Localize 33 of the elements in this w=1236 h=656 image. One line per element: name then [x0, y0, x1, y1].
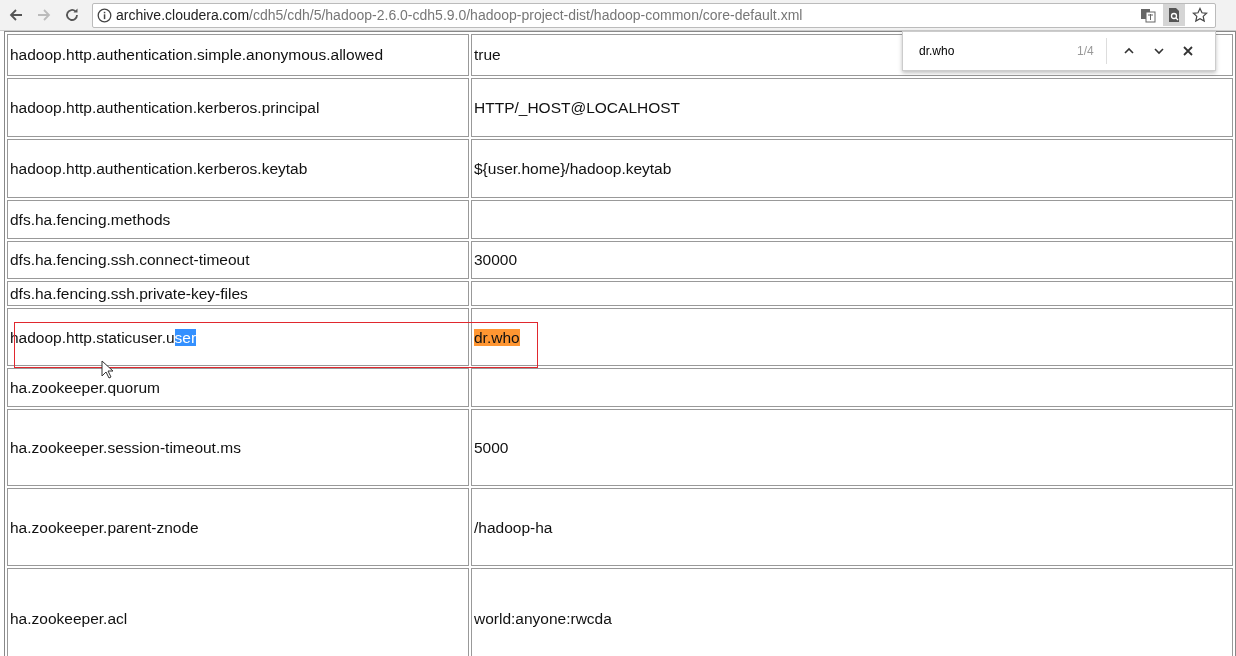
info-icon [97, 7, 112, 23]
property-name: dfs.ha.fencing.methods [10, 210, 171, 228]
url-host: archive.cloudera.com [116, 5, 250, 25]
property-value: true [474, 46, 501, 64]
property-value: 30000 [474, 251, 518, 269]
url-path: /cdh5/cdh/5/hadoop-2.6.0-cdh5.9.0/hadoop-project-dist/hadoop-common/core-default.xml [249, 5, 803, 25]
translate-icon [1140, 7, 1156, 23]
property-value: 5000 [474, 439, 509, 457]
property-name: dfs.ha.fencing.ssh.connect-timeout [10, 251, 250, 269]
property-name: ha.zookeeper.quorum [10, 379, 160, 397]
property-name: hadoop.http.authentication.simple.anonymous.allowed [10, 46, 384, 64]
star-icon [1192, 7, 1208, 23]
match-count: 1/4 [1077, 43, 1094, 60]
property-name: ha.zookeeper.parent-znode [10, 518, 199, 536]
find-button[interactable] [1163, 4, 1185, 26]
find-field[interactable]: dr.who [919, 42, 1069, 60]
property-value: /hadoop-ha [474, 518, 553, 536]
chevron-down-icon [1152, 45, 1165, 57]
property-name: dfs.ha.fencing.ssh.private-key-files [10, 285, 248, 302]
property-value: world:anyone:rwcda [474, 609, 612, 627]
back-arrow-icon [8, 7, 24, 23]
property-value: HTTP/_HOST@LOCALHOST [474, 98, 681, 116]
address-bar[interactable]: archive.cloudera.com/cdh5/cdh/5/hadoop-2.6.0-cdh5.9.0/hadoop-project-dist/hadoop-common/core-default.xml [92, 2, 1216, 28]
property-name: hadoop.http.authentication.kerberos.keytab [10, 159, 308, 177]
property-value: dr.who [474, 328, 520, 346]
property-name: ha.zookeeper.session-timeout.ms [10, 439, 241, 457]
mouse-pointer-icon [101, 360, 113, 380]
reload-icon [64, 7, 80, 23]
property-name: ha.zookeeper.acl [10, 609, 128, 627]
find-page-icon [1166, 7, 1182, 23]
close-icon [1182, 45, 1195, 57]
property-name: hadoop.http.authentication.kerberos.principal [10, 98, 320, 116]
property-value: ${user.home}/hadoop.keytab [474, 159, 672, 177]
